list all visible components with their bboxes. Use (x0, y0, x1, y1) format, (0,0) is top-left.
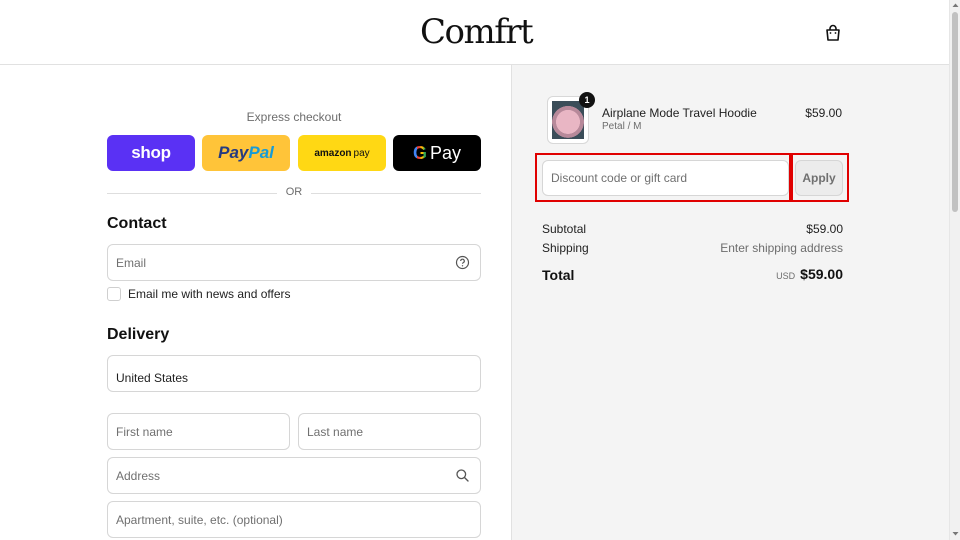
order-summary-panel: 1 Airplane Mode Travel Hoodie Petal / M … (511, 65, 949, 540)
newsletter-checkbox[interactable] (107, 287, 121, 301)
paypal-button[interactable]: Pay Pal (202, 135, 290, 171)
google-pay-label: Pay (429, 142, 462, 163)
newsletter-option[interactable]: Email me with news and offers (107, 287, 291, 301)
product-image (552, 101, 584, 139)
subtotal-row: Subtotal $59.00 (542, 222, 843, 236)
express-checkout-label: Express checkout (246, 110, 342, 124)
shipping-value: Enter shipping address (720, 241, 843, 255)
first-name-field[interactable]: First name (107, 413, 290, 450)
subtotal-value: $59.00 (806, 222, 843, 236)
country-select[interactable]: United States (107, 355, 481, 392)
shop-pay-label: shop (131, 143, 171, 162)
shop-pay-button[interactable]: shop (107, 135, 195, 171)
or-text: OR (285, 186, 303, 198)
email-field[interactable]: Email (107, 244, 481, 281)
discount-input-highlight (535, 153, 791, 202)
newsletter-label: Email me with news and offers (128, 287, 291, 301)
scroll-up-arrow-icon[interactable] (952, 2, 959, 9)
contact-heading: Contact (107, 215, 167, 232)
product-price: $59.00 (805, 106, 842, 120)
total-row: Total USD $59.00 (542, 266, 843, 283)
amazon-pay-label-pay: pay (353, 147, 370, 159)
checkout-form-panel: Express checkout shop Pay Pal amazon pay G… (0, 65, 511, 540)
search-icon (456, 469, 469, 482)
subtotal-label: Subtotal (542, 222, 587, 236)
shipping-row: Shipping Enter shipping address (542, 241, 843, 255)
delivery-heading: Delivery (107, 326, 170, 343)
scroll-down-arrow-icon[interactable] (952, 530, 959, 537)
paypal-label-pay: Pay (218, 143, 249, 162)
amazon-pay-label-amazon: amazon (314, 147, 352, 159)
shipping-label: Shipping (542, 241, 589, 255)
product-name: Airplane Mode Travel Hoodie (602, 106, 757, 120)
brand-logo[interactable]: Comfrt (420, 12, 534, 52)
total-label: Total (542, 267, 575, 283)
question-circle-icon[interactable] (455, 255, 470, 270)
amazon-pay-button[interactable]: amazon pay (298, 135, 386, 171)
last-name-field[interactable]: Last name (298, 413, 481, 450)
total-amount-group: USD $59.00 (776, 266, 843, 282)
site-header: Comfrt (0, 0, 949, 65)
product-variant: Petal / M (602, 121, 642, 132)
first-name-placeholder: First name (116, 424, 173, 439)
or-divider: OR (107, 186, 481, 200)
google-pay-button[interactable]: G Pay (393, 135, 481, 171)
quantity-badge: 1 (579, 92, 595, 108)
google-g-icon: G (412, 142, 427, 163)
country-value: United States (116, 371, 189, 385)
email-placeholder: Email (116, 255, 147, 270)
divider-line-right (311, 193, 481, 194)
apartment-field[interactable]: Apartment, suite, etc. (optional) (107, 501, 481, 538)
total-value: $59.00 (800, 266, 843, 282)
scrollbar-thumb[interactable] (952, 12, 958, 212)
page-scrollbar[interactable] (949, 0, 960, 540)
address-placeholder: Address (116, 468, 161, 483)
address-field[interactable]: Address (107, 457, 481, 494)
last-name-placeholder: Last name (307, 424, 364, 439)
paypal-label-pal: Pal (248, 143, 274, 162)
shopping-bag-icon[interactable] (824, 24, 842, 42)
apply-button-highlight (791, 153, 849, 202)
apartment-placeholder: Apartment, suite, etc. (optional) (116, 512, 283, 527)
total-currency: USD (776, 271, 796, 281)
